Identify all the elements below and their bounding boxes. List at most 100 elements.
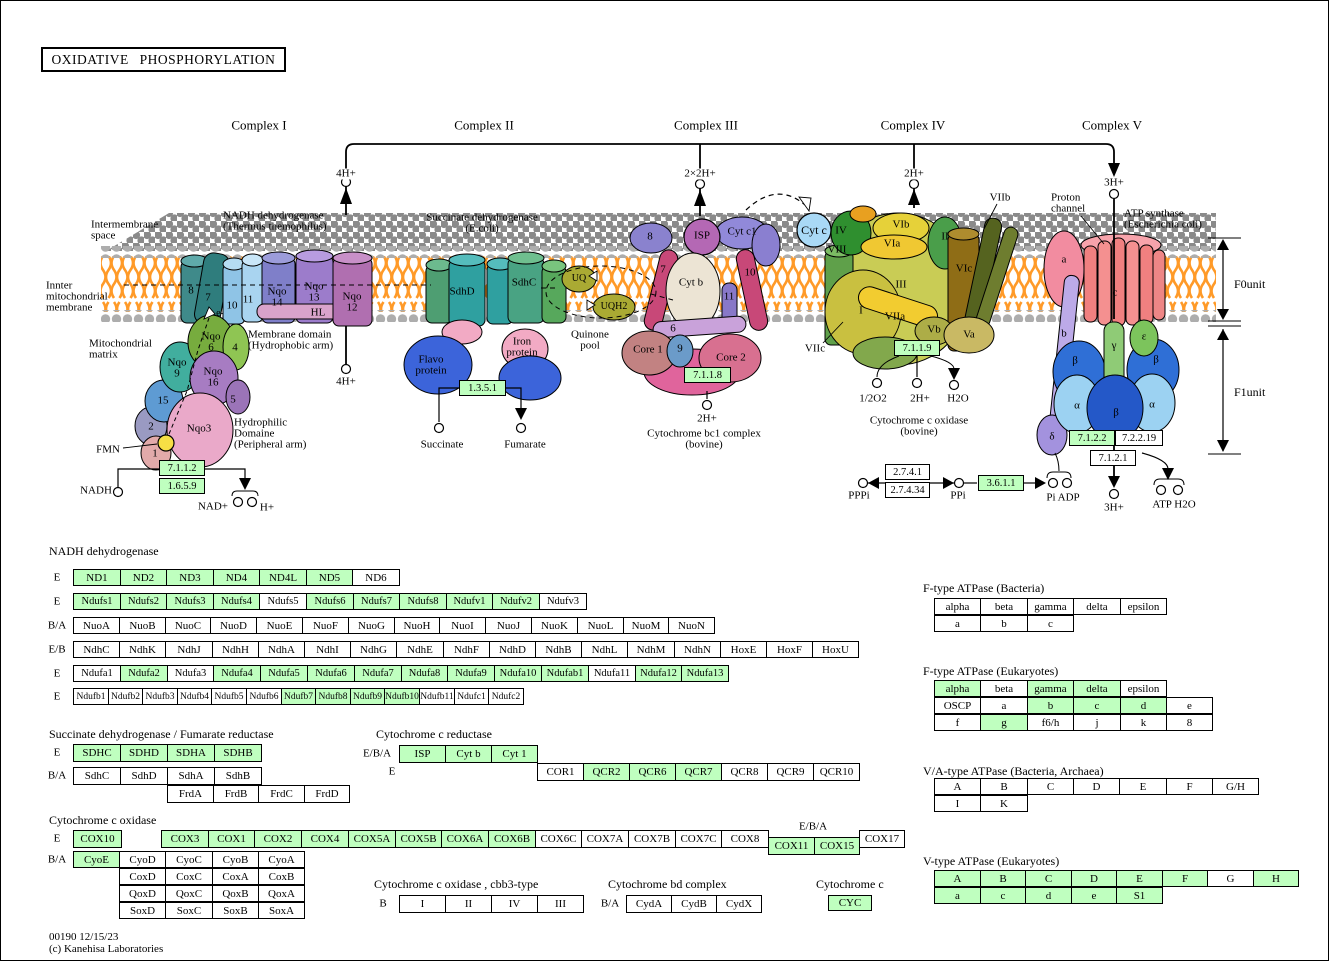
gene-box[interactable]: QCR10	[813, 763, 860, 781]
gene-box[interactable]: Ndufb2	[108, 688, 143, 705]
gene-box[interactable]: Ndufa11	[588, 665, 636, 682]
gene-box[interactable]: CydA	[626, 895, 672, 913]
gene-box[interactable]: SoxB	[212, 902, 259, 919]
gene-box[interactable]: Ndufa5	[260, 665, 308, 682]
gene-box[interactable]: QoxB	[212, 885, 259, 902]
gene-box[interactable]: SoxC	[165, 902, 213, 919]
gene-box[interactable]: NdhL	[581, 641, 628, 658]
gene-box[interactable]: NdhG	[350, 641, 397, 658]
gene-box[interactable]: NdhN	[674, 641, 721, 658]
gene-box[interactable]: Ndufs3	[166, 593, 214, 610]
gene-box[interactable]: NuoI	[439, 617, 486, 634]
gene-box[interactable]: I	[934, 795, 981, 812]
gene-box[interactable]: ND4	[213, 569, 260, 586]
ec-box[interactable]: 2.7.4.34	[885, 482, 930, 498]
gene-box[interactable]: NdhH	[212, 641, 259, 658]
gene-box[interactable]: COX6B	[488, 830, 536, 848]
gene-box[interactable]: e	[1166, 697, 1213, 714]
gene-box[interactable]: b	[1027, 697, 1074, 714]
gene-box[interactable]: Cyt 1	[491, 745, 538, 763]
gene-box[interactable]: ND3	[166, 569, 214, 586]
gene-box[interactable]: Ndufa9	[447, 665, 495, 682]
gene-box[interactable]: Ndufs8	[399, 593, 447, 610]
gene-box[interactable]: COX7A	[581, 830, 629, 848]
gene-box[interactable]: NdhF	[443, 641, 490, 658]
gene-box[interactable]: Ndufb6	[246, 688, 282, 705]
gene-box[interactable]: COX7C	[675, 830, 722, 848]
gene-box[interactable]: D	[1073, 778, 1120, 795]
gene-box[interactable]: IV	[491, 895, 538, 913]
gene-box[interactable]: CoxD	[119, 868, 166, 885]
gene-box[interactable]: COX10	[73, 830, 122, 848]
gene-box[interactable]: FrdD	[304, 785, 350, 803]
gene-box[interactable]: NdhK	[119, 641, 166, 658]
ec-box[interactable]: 7.2.2.19	[1115, 430, 1163, 446]
gene-box[interactable]: COX6C	[535, 830, 582, 848]
gene-box[interactable]: NuoB	[119, 617, 166, 634]
gene-box[interactable]: ND6	[352, 569, 400, 586]
gene-box[interactable]: CoxB	[258, 868, 305, 885]
gene-box[interactable]: ND5	[306, 569, 353, 586]
gene-box[interactable]: Ndufs7	[353, 593, 400, 610]
gene-box[interactable]: epsilon	[1120, 680, 1167, 697]
gene-box[interactable]: II	[445, 895, 492, 913]
gene-box[interactable]: Ndufb3	[142, 688, 178, 705]
gene-box[interactable]: E	[1116, 870, 1163, 887]
gene-box[interactable]: CydB	[671, 895, 717, 913]
ec-box[interactable]: 7.1.1.2	[159, 460, 205, 476]
gene-box[interactable]: COX2	[254, 830, 302, 848]
gene-box[interactable]: b	[980, 615, 1028, 632]
gene-box[interactable]: e	[1071, 887, 1117, 904]
gene-box[interactable]: COX11	[768, 837, 815, 855]
gene-box[interactable]: alpha	[934, 680, 981, 697]
gene-box[interactable]: CydX	[716, 895, 762, 913]
gene-box[interactable]: Ndufb1	[73, 688, 109, 705]
gene-box[interactable]: Ndufa13	[681, 665, 729, 682]
gene-box[interactable]: beta	[980, 680, 1028, 697]
gene-box[interactable]: FrdB	[213, 785, 259, 803]
gene-box[interactable]: COX5B	[395, 830, 442, 848]
gene-box[interactable]: delta	[1073, 598, 1121, 615]
gene-box[interactable]: COX4	[301, 830, 349, 848]
gene-box[interactable]: SoxA	[258, 902, 305, 919]
gene-box[interactable]: NdhC	[73, 641, 120, 658]
gene-box[interactable]: Ndufa8	[401, 665, 448, 682]
gene-box[interactable]: k	[1120, 714, 1167, 731]
gene-box[interactable]: Ndufa7	[354, 665, 402, 682]
gene-box[interactable]: NuoF	[302, 617, 349, 634]
gene-box[interactable]: A	[934, 778, 981, 795]
gene-box[interactable]: c	[1073, 697, 1121, 714]
gene-box[interactable]: SDHD	[120, 744, 168, 762]
gene-box[interactable]: ND4L	[259, 569, 307, 586]
gene-box[interactable]: c	[1027, 615, 1074, 632]
gene-box[interactable]: Ndufc1	[454, 688, 489, 705]
gene-box[interactable]: f	[934, 714, 981, 731]
gene-box[interactable]: E	[1119, 778, 1167, 795]
gene-box[interactable]: Ndufa12	[635, 665, 682, 682]
gene-box[interactable]: 8	[1166, 714, 1213, 731]
gene-box[interactable]: A	[934, 870, 981, 887]
gene-box[interactable]: G/H	[1212, 778, 1259, 795]
gene-box[interactable]: Ndufs4	[213, 593, 260, 610]
gene-box[interactable]: NuoA	[73, 617, 120, 634]
gene-box[interactable]: B	[980, 870, 1026, 887]
gene-box[interactable]: COX1	[208, 830, 255, 848]
gene-box[interactable]: SoxD	[119, 902, 166, 919]
gene-box[interactable]: beta	[980, 598, 1028, 615]
gene-box[interactable]: FrdC	[258, 785, 305, 803]
gene-box[interactable]: ISP	[399, 745, 446, 763]
gene-box[interactable]: epsilon	[1120, 598, 1167, 615]
gene-box[interactable]: NuoK	[531, 617, 578, 634]
ec-box[interactable]: 7.1.2.1	[1090, 450, 1136, 466]
gene-box[interactable]: QCR7	[675, 763, 722, 781]
gene-box[interactable]: HoxU	[812, 641, 859, 658]
gene-box[interactable]: a	[980, 697, 1028, 714]
gene-box[interactable]: Ndufa1	[73, 665, 121, 682]
gene-box[interactable]: HoxF	[766, 641, 813, 658]
gene-box[interactable]: COX17	[859, 830, 905, 848]
gene-box[interactable]: Ndufs1	[73, 593, 121, 610]
ec-box[interactable]: 7.1.1.9	[894, 340, 940, 356]
gene-box[interactable]: NdhD	[489, 641, 536, 658]
gene-box[interactable]: COX3	[161, 830, 209, 848]
gene-box[interactable]: d	[1025, 887, 1072, 904]
